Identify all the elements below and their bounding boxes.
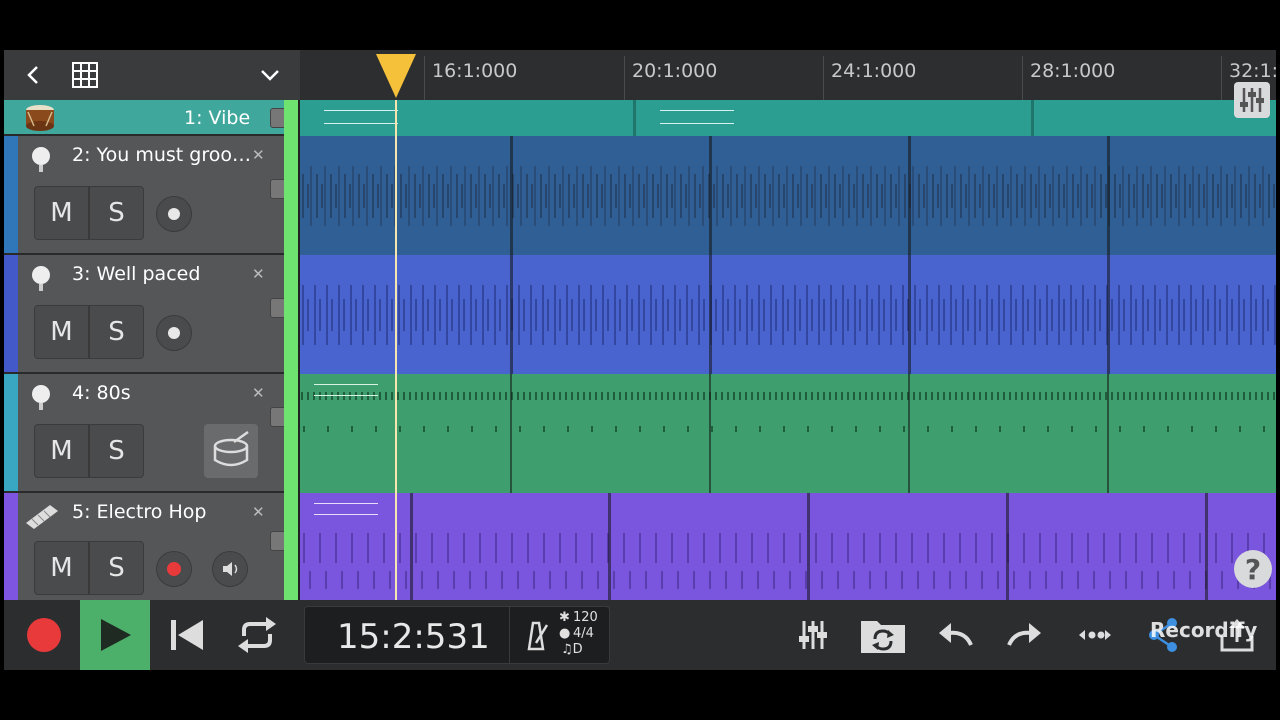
undo-button[interactable] (930, 600, 980, 670)
position-readout: 15:2:531 (337, 617, 490, 657)
time-display[interactable]: 15:2:531 120 4/4 ♫D ✱ ● (304, 606, 610, 664)
solo-button[interactable]: S (90, 425, 143, 477)
track-name: 1: Vibe (184, 107, 251, 129)
track-lane-4[interactable] (300, 374, 1276, 493)
drum-instrument-icon (24, 104, 56, 132)
close-icon[interactable]: ✕ (252, 265, 265, 283)
ruler-mark: 16:1:000 (432, 60, 518, 82)
speaker-icon (223, 562, 238, 576)
track-name: 5: Electro Hop (72, 501, 207, 523)
mute-solo-group: M S (34, 186, 144, 240)
clock-icon: ● (559, 626, 571, 641)
key-note: ♫D (561, 642, 583, 657)
folder-sync-icon (861, 621, 905, 653)
back-button[interactable] (22, 63, 46, 87)
ruler-mark: 28:1:000 (1030, 60, 1116, 82)
loop-button[interactable] (224, 600, 290, 670)
drum-editor-button[interactable] (204, 424, 258, 478)
time-signature: 4/4 (573, 626, 594, 641)
skip-back-icon (171, 620, 203, 650)
help-button[interactable]: ? (1234, 550, 1272, 588)
arm-record-button[interactable] (156, 315, 192, 351)
mute-button[interactable]: M (35, 306, 90, 358)
transport-bar: 15:2:531 120 4/4 ♫D ✱ ● Recordify (4, 600, 1276, 670)
mute-button[interactable]: M (35, 425, 90, 477)
record-button[interactable] (8, 600, 80, 670)
ruler-mark: 32:1: (1229, 60, 1276, 82)
track-name: 4: 80s (72, 382, 131, 404)
grid-button[interactable] (70, 60, 100, 90)
play-button[interactable] (80, 600, 150, 670)
monitor-button[interactable] (212, 551, 248, 587)
arm-record-button[interactable] (156, 551, 192, 587)
tempo-value: 120 (573, 610, 598, 625)
question-icon: ? (1244, 552, 1262, 586)
close-icon[interactable]: ✕ (252, 384, 265, 402)
track-name: 2: You must groo… (72, 144, 251, 166)
microphone-icon (32, 266, 50, 291)
solo-button[interactable]: S (90, 542, 143, 594)
track-lane-2[interactable] (300, 136, 1276, 255)
close-icon[interactable]: ✕ (252, 503, 265, 521)
arm-record-button[interactable] (156, 196, 192, 232)
grid-icon (72, 62, 98, 88)
track-level-bar (284, 100, 298, 650)
rewind-button[interactable] (154, 600, 220, 670)
chevron-left-icon (27, 66, 38, 84)
track-lane-1[interactable] (300, 100, 1276, 136)
playhead-line (395, 100, 397, 600)
track-name: 3: Well paced (72, 263, 201, 285)
microphone-icon (32, 385, 50, 410)
app-window: 16:1:000 20:1:000 24:1:000 28:1:000 32:1… (4, 50, 1276, 670)
collapse-button[interactable] (258, 63, 282, 87)
more-dots-icon (1079, 630, 1111, 640)
mute-button[interactable]: M (35, 187, 90, 239)
track-header-3[interactable]: 3: Well paced ✕ M S (4, 255, 284, 374)
solo-button[interactable]: S (90, 187, 143, 239)
playhead-marker[interactable] (374, 52, 418, 100)
sync-folder-button[interactable] (856, 600, 910, 670)
ruler-mark: 20:1:000 (632, 60, 718, 82)
undo-icon (939, 623, 973, 646)
tempo-icon: ✱ (559, 610, 570, 625)
more-button[interactable] (1070, 600, 1120, 670)
sliders-icon (1240, 88, 1264, 112)
record-icon (27, 618, 61, 652)
drum-icon (213, 430, 249, 467)
watermark-text: Recordify (1150, 618, 1258, 642)
chevron-down-icon (261, 70, 279, 81)
keyboard-icon (26, 505, 58, 529)
mixer-icon (799, 621, 827, 649)
solo-button[interactable]: S (90, 306, 143, 358)
mute-solo-group: M S (34, 305, 144, 359)
mute-button[interactable]: M (35, 542, 90, 594)
metronome-icon[interactable] (521, 619, 551, 651)
track-header-1[interactable]: 1: Vibe (4, 100, 284, 136)
redo-icon (1007, 623, 1041, 646)
timeline-ruler[interactable]: 16:1:000 20:1:000 24:1:000 28:1:000 32:1… (300, 50, 1276, 100)
close-icon[interactable]: ✕ (252, 146, 265, 164)
ruler-mark: 24:1:000 (831, 60, 917, 82)
track-header-toolbar (4, 50, 300, 100)
mute-solo-group: M S (34, 424, 144, 478)
mute-solo-group: M S (34, 541, 144, 595)
track-lane-5[interactable] (300, 493, 1276, 600)
mixer-shortcut-button[interactable] (1234, 82, 1270, 118)
track-header-2[interactable]: 2: You must groo… ✕ M S (4, 136, 284, 255)
play-icon (101, 619, 131, 651)
track-header-5[interactable]: 5: Electro Hop ✕ M S (4, 493, 284, 600)
track-lane-3[interactable] (300, 255, 1276, 374)
track-header-4[interactable]: 4: 80s ✕ M S (4, 374, 284, 493)
mixer-button[interactable] (788, 600, 838, 670)
microphone-icon (32, 147, 50, 172)
loop-icon (238, 617, 276, 653)
redo-button[interactable] (1000, 600, 1050, 670)
